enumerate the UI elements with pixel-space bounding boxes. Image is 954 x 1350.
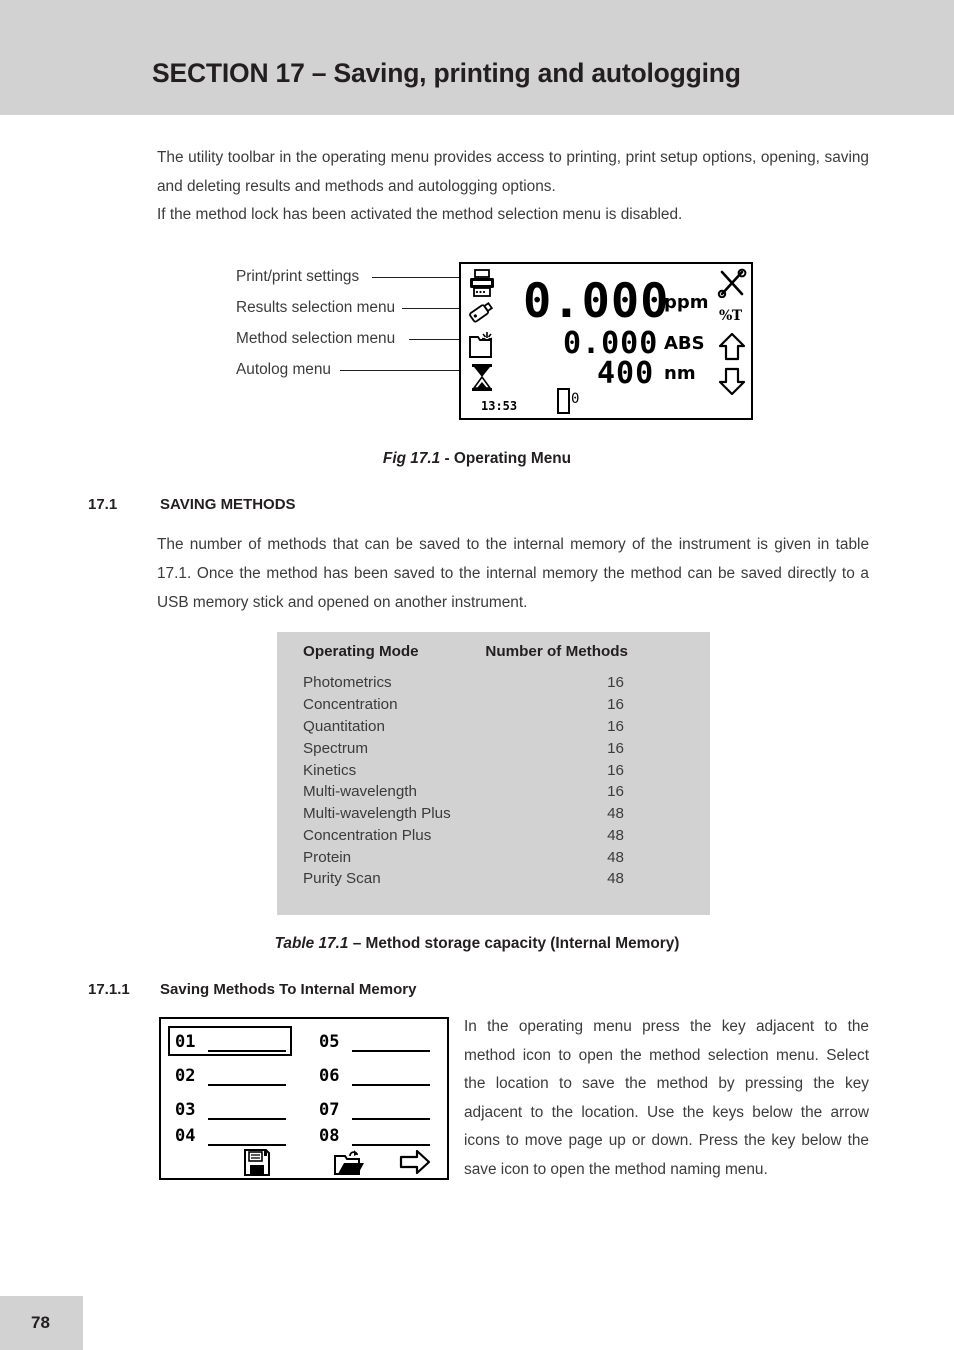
cell-count: 16 [607, 696, 624, 714]
method-slot-02-line [208, 1084, 286, 1086]
wavelength-value: 400 [597, 356, 655, 391]
cell-mode: Protein [303, 848, 352, 866]
cell-count: 16 [607, 761, 624, 779]
callout-autolog-menu: Autolog menu [236, 361, 331, 378]
intro-paragraph-2: If the method lock has been activated th… [157, 206, 683, 223]
arrow-down-icon[interactable] [717, 366, 747, 396]
cell-count: 16 [607, 783, 624, 801]
method-slot-03[interactable]: 03 [175, 1100, 195, 1120]
method-slot-08[interactable]: 08 [319, 1126, 339, 1146]
cell-mode: Spectrum [303, 739, 368, 757]
method-slot-06-line [352, 1084, 430, 1086]
page-number: 78 [31, 1313, 50, 1332]
method-storage-table: Operating Mode Number of Methods Photome… [277, 632, 710, 915]
usb-stick-icon[interactable] [467, 299, 497, 331]
display-right-icon-column: %T [717, 266, 749, 416]
cell-mode: Kinetics [303, 761, 357, 779]
table-row: Photometrics 16 [277, 672, 710, 694]
table-col-operating-mode: Operating Mode [303, 643, 419, 660]
table-row: Multi-wavelength Plus 48 [277, 803, 710, 825]
table-header-row: Operating Mode Number of Methods [277, 638, 710, 672]
intro-paragraph-1: The utility toolbar in the operating men… [157, 149, 869, 195]
method-slot-07[interactable]: 07 [319, 1100, 339, 1120]
table-col-number-methods: Number of Methods [485, 643, 628, 660]
concentration-value: 0.000 [523, 274, 670, 329]
cell-mode: Concentration Plus [303, 826, 432, 844]
method-slot-05-line [352, 1050, 430, 1052]
callout-results-menu: Results selection menu [236, 299, 396, 316]
section-17-1-body: The number of methods that can be saved … [157, 536, 869, 611]
leader-line-autolog [340, 370, 459, 372]
cell-mode: Photometrics [303, 674, 392, 692]
cell-mode: Concentration [303, 696, 398, 714]
section-17-1-1-number: 17.1.1 [88, 981, 130, 998]
table-row: Multi-wavelength 16 [277, 781, 710, 803]
method-slot-02[interactable]: 02 [175, 1066, 195, 1086]
table-1-caption-text: – Method storage capacity (Internal Memo… [348, 935, 680, 952]
cell-count: 48 [607, 848, 624, 866]
clock-time: 13:53 [481, 399, 518, 413]
method-slot-08-line [352, 1144, 430, 1146]
cell-count: 48 [607, 805, 624, 823]
section-17-1-title: SAVING METHODS [160, 496, 296, 513]
next-arrow-icon[interactable] [399, 1149, 431, 1179]
section-17-1-1-title: Saving Methods To Internal Memory [160, 981, 417, 998]
section-17-1-1-body: In the operating menu press the key adja… [464, 1018, 869, 1178]
table-row: Protein 48 [277, 846, 710, 868]
percent-transmission-label[interactable]: %T [719, 308, 742, 324]
figure-1-caption: Fig 17.1 - Operating Menu [0, 450, 954, 468]
table-row: Spectrum 16 [277, 737, 710, 759]
callout-method-menu: Method selection menu [236, 330, 396, 347]
cell-position-value: 0 [571, 391, 580, 407]
method-slot-06[interactable]: 06 [319, 1066, 339, 1086]
tools-icon[interactable] [717, 268, 747, 299]
leader-line-print [372, 277, 459, 279]
cell-mode: Multi-wavelength [303, 783, 417, 801]
table-row: Concentration 16 [277, 694, 710, 716]
operating-menu-display: 0.000 ppm 0.000 ABS 400 nm 13:53 0 %T [459, 262, 753, 420]
display-left-icon-column [465, 266, 499, 416]
method-slot-01-line [208, 1050, 286, 1052]
cell-mode: Multi-wavelength Plus [303, 805, 451, 823]
cell-count: 16 [607, 717, 624, 735]
cell-count: 16 [607, 674, 624, 692]
leader-line-method [409, 339, 459, 341]
arrow-up-icon[interactable] [717, 332, 747, 362]
cell-count: 48 [607, 870, 624, 888]
table-row: Quantitation 16 [277, 716, 710, 738]
method-slot-04[interactable]: 04 [175, 1126, 195, 1146]
method-slot-04-line [208, 1144, 286, 1146]
printer-icon[interactable] [467, 268, 497, 300]
method-selection-display: 01 02 03 04 05 06 07 08 [159, 1017, 449, 1180]
cell-count: 16 [607, 739, 624, 757]
folder-method-icon[interactable] [467, 330, 497, 362]
hourglass-icon[interactable] [467, 361, 497, 393]
table-row: Purity Scan 48 [277, 868, 710, 890]
wavelength-unit: nm [664, 363, 696, 384]
callout-print-settings: Print/print settings [236, 268, 360, 285]
save-floppy-icon[interactable] [242, 1147, 272, 1177]
concentration-unit: ppm [664, 292, 709, 313]
cell-mode: Quantitation [303, 717, 385, 735]
method-slot-05[interactable]: 05 [319, 1032, 339, 1052]
leader-line-results [402, 308, 459, 310]
table-1-caption-prefix: Table 17.1 [274, 935, 349, 952]
table-row: Kinetics 16 [277, 759, 710, 781]
cell-count: 48 [607, 826, 624, 844]
absorbance-unit: ABS [664, 333, 705, 354]
section-17-1-number: 17.1 [88, 496, 118, 513]
cell-mode: Purity Scan [303, 870, 381, 888]
figure-1-caption-prefix: Fig 17.1 [382, 450, 441, 467]
figure-1-caption-text: - Operating Menu [440, 450, 572, 467]
table-row: Concentration Plus 48 [277, 824, 710, 846]
method-slot-03-line [208, 1118, 286, 1120]
page-title: SECTION 17 – Saving, printing and autolo… [152, 58, 741, 88]
method-slot-07-line [352, 1118, 430, 1120]
cuvette-icon [557, 388, 570, 414]
table-1-caption: Table 17.1 – Method storage capacity (In… [0, 935, 954, 953]
method-slot-01[interactable]: 01 [175, 1032, 195, 1052]
open-folder-icon[interactable] [333, 1147, 364, 1177]
